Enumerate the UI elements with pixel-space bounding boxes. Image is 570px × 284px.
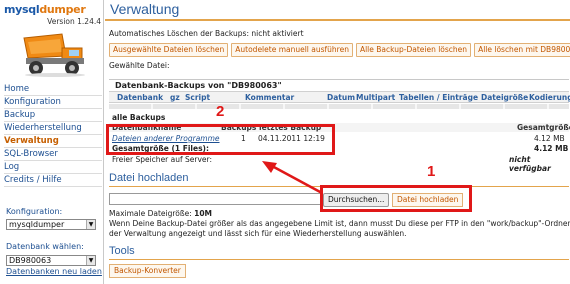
- upload-note-line2: der Verwaltung angezeigt und lässt sich …: [109, 229, 407, 238]
- annotation-box-1: [320, 185, 472, 212]
- title-divider: [105, 19, 570, 21]
- col-kommentar[interactable]: Kommentar: [245, 93, 294, 102]
- nav-konfiguration[interactable]: Konfiguration: [4, 96, 102, 109]
- app-logo[interactable]: mysqldumper: [4, 3, 100, 16]
- nav-home[interactable]: Home: [4, 83, 102, 96]
- table-empty-row: [109, 104, 569, 109]
- backup-table-title: Datenbank-Backups von "DB980063": [109, 79, 569, 90]
- logo-text-mysql: mysql: [4, 3, 40, 16]
- main-nav: Home Konfiguration Backup Wiederherstell…: [4, 83, 102, 187]
- nav-wiederherstellung[interactable]: Wiederherstellung: [4, 122, 102, 135]
- annotation-box-2: [106, 124, 335, 155]
- backup-size: 4.12 MB: [534, 134, 565, 143]
- tools-section-title: Tools: [109, 245, 135, 257]
- col-dateigroesse[interactable]: Dateigröße: [481, 93, 528, 102]
- backup-converter-button[interactable]: Backup-Konverter: [109, 264, 186, 278]
- config-select[interactable]: mysqldumper ▼: [6, 219, 96, 230]
- reload-databases-link[interactable]: Datenbanken neu laden: [6, 267, 102, 276]
- summary-col-total: Gesamtgröße: [517, 123, 570, 132]
- file-path-input[interactable]: [109, 193, 323, 205]
- nav-log[interactable]: Log: [4, 161, 102, 174]
- total-size: 4.12 MB: [534, 144, 569, 153]
- sidebar: mysqldumper Version 1.24.4 Home Konfigur…: [0, 0, 104, 284]
- db-select[interactable]: DB980063 ▼: [6, 255, 96, 266]
- delete-all-backups-button[interactable]: Alle Backup-Dateien löschen: [355, 43, 472, 57]
- db-select-value: DB980063: [9, 256, 52, 265]
- db-label: Datenbank wählen:: [6, 242, 84, 251]
- page-title: Verwaltung: [110, 1, 180, 17]
- all-backups-heading: alle Backups: [112, 113, 166, 122]
- logo-text-dumper: dumper: [39, 3, 86, 16]
- col-datum[interactable]: Datum: [327, 93, 355, 102]
- col-script[interactable]: Script: [185, 93, 210, 102]
- action-button-row: Ausgewählte Dateien löschen Autodelete ma…: [109, 43, 570, 57]
- chevron-down-icon: ▼: [86, 220, 95, 229]
- backup-table-header: Datenbank gz Script Kommentar Datum Mult…: [109, 91, 570, 103]
- col-datenbank[interactable]: Datenbank: [117, 93, 163, 102]
- free-space-label: Freier Speicher auf Server:: [112, 155, 213, 164]
- max-size-row: Maximale Dateigröße: 10M: [109, 209, 212, 218]
- annotation-label-2: 2: [216, 103, 225, 120]
- config-label: Konfiguration:: [6, 207, 63, 216]
- chevron-down-icon: ▼: [86, 256, 95, 265]
- autodelete-run-button[interactable]: Autodelete manuell ausführen: [231, 43, 353, 57]
- nav-backup[interactable]: Backup: [4, 109, 102, 122]
- version-label: Version 1.24.4: [47, 17, 101, 26]
- annotation-label-1: 1: [427, 163, 436, 180]
- dump-truck-icon: [23, 33, 85, 77]
- max-size-value: 10M: [194, 209, 213, 218]
- free-space-row: Freier Speicher auf Server: nicht verfüg…: [109, 155, 569, 173]
- col-gz[interactable]: gz: [170, 93, 180, 102]
- col-multipart[interactable]: Multipart: [356, 93, 395, 102]
- upload-section-title: Datei hochladen: [109, 172, 189, 184]
- delete-selected-button[interactable]: Ausgewählte Dateien löschen: [109, 43, 229, 57]
- nav-verwaltung[interactable]: Verwaltung: [4, 135, 102, 148]
- config-select-value: mysqldumper: [9, 220, 65, 229]
- nav-sql-browser[interactable]: SQL-Browser: [4, 148, 102, 161]
- delete-all-db-button[interactable]: Alle löschen mit DB980063: [474, 43, 570, 57]
- col-tabellen[interactable]: Tabellen / Einträge: [399, 93, 478, 102]
- selected-file-label: Gewählte Datei:: [109, 61, 170, 70]
- nav-credits-hilfe[interactable]: Credits / Hilfe: [4, 174, 102, 187]
- free-space-value: nicht verfügbar: [509, 155, 551, 173]
- tools-divider: [109, 259, 569, 260]
- auto-delete-info: Automatisches Löschen der Backups: nicht…: [109, 29, 304, 38]
- upload-note-line1: Wenn Deine Backup-Datei größer als das a…: [109, 219, 570, 228]
- max-size-label: Maximale Dateigröße:: [109, 209, 192, 218]
- col-kodierung[interactable]: Kodierung: [529, 93, 570, 102]
